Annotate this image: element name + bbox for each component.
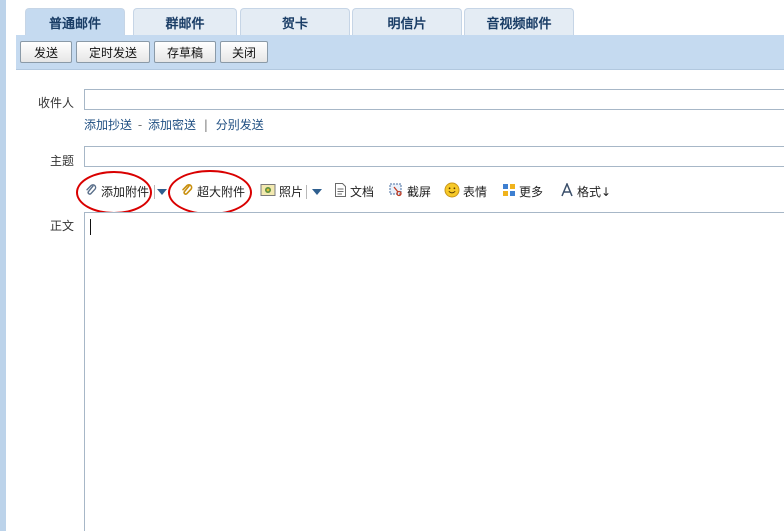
recipient-label: 收件人	[37, 96, 74, 110]
recipient-input[interactable]	[84, 89, 784, 110]
tab-group-mail[interactable]: 群邮件	[133, 8, 237, 35]
large-attachment-label: 超大附件	[197, 184, 246, 199]
tab-normal-mail[interactable]: 普通邮件	[25, 8, 125, 35]
text-cursor	[90, 219, 91, 235]
attachment-toolbar: 添加附件 超大附件 照片 文档 截屏 表情 更多 格式↓	[84, 176, 784, 206]
photo-button[interactable]: 照片	[260, 176, 303, 206]
font-format-icon	[560, 181, 574, 200]
smiley-icon	[444, 182, 460, 201]
body-editor[interactable]	[84, 212, 784, 531]
close-button[interactable]: 关闭	[220, 41, 268, 63]
more-label: 更多	[519, 184, 544, 199]
send-button[interactable]: 发送	[20, 41, 72, 63]
save-draft-button[interactable]: 存草稿	[154, 41, 216, 63]
format-button[interactable]: 格式↓	[560, 176, 611, 206]
photo-icon	[260, 183, 276, 200]
screenshot-button[interactable]: 截屏	[389, 176, 431, 206]
photo-dropdown-icon[interactable]	[312, 189, 322, 195]
subject-label: 主题	[49, 154, 74, 168]
recipient-links: 添加抄送 - 添加密送 | 分别发送	[84, 116, 264, 133]
link-dash-separator: -	[137, 118, 143, 132]
large-attachment-button[interactable]: 超大附件	[180, 176, 245, 206]
subject-input[interactable]	[84, 146, 784, 167]
paperclip-icon	[84, 183, 98, 200]
screenshot-label: 截屏	[407, 184, 432, 199]
document-label: 文档	[350, 184, 375, 199]
grid-icon	[502, 183, 516, 200]
compose-toolbar: 发送 定时发送 存草稿 关闭	[16, 35, 784, 70]
emoji-label: 表情	[463, 184, 488, 199]
compose-tabs: 普通邮件 群邮件 贺卡 明信片 音视频邮件	[16, 0, 784, 35]
format-label: 格式↓	[577, 184, 612, 199]
more-button[interactable]: 更多	[502, 176, 543, 206]
large-paperclip-icon	[180, 183, 194, 200]
add-bcc-link[interactable]: 添加密送	[148, 118, 196, 132]
left-gutter	[6, 0, 16, 531]
toolbar-divider	[306, 185, 307, 199]
document-icon	[334, 182, 347, 200]
add-attachment-label: 添加附件	[101, 184, 150, 199]
timed-send-button[interactable]: 定时发送	[76, 41, 150, 63]
photo-label: 照片	[279, 184, 304, 199]
toolbar-divider	[154, 185, 155, 199]
add-attachment-dropdown-icon[interactable]	[157, 189, 167, 195]
add-attachment-button[interactable]: 添加附件	[84, 176, 149, 206]
document-button[interactable]: 文档	[334, 176, 374, 206]
tab-greeting-card[interactable]: 贺卡	[240, 8, 350, 35]
link-pipe-separator: |	[203, 118, 208, 132]
scissors-icon	[389, 183, 404, 200]
tab-av-mail[interactable]: 音视频邮件	[464, 8, 574, 35]
body-label: 正文	[49, 219, 74, 233]
add-cc-link[interactable]: 添加抄送	[84, 118, 132, 132]
tab-postcard[interactable]: 明信片	[352, 8, 462, 35]
separate-send-link[interactable]: 分别发送	[216, 118, 264, 132]
emoji-button[interactable]: 表情	[444, 176, 487, 206]
